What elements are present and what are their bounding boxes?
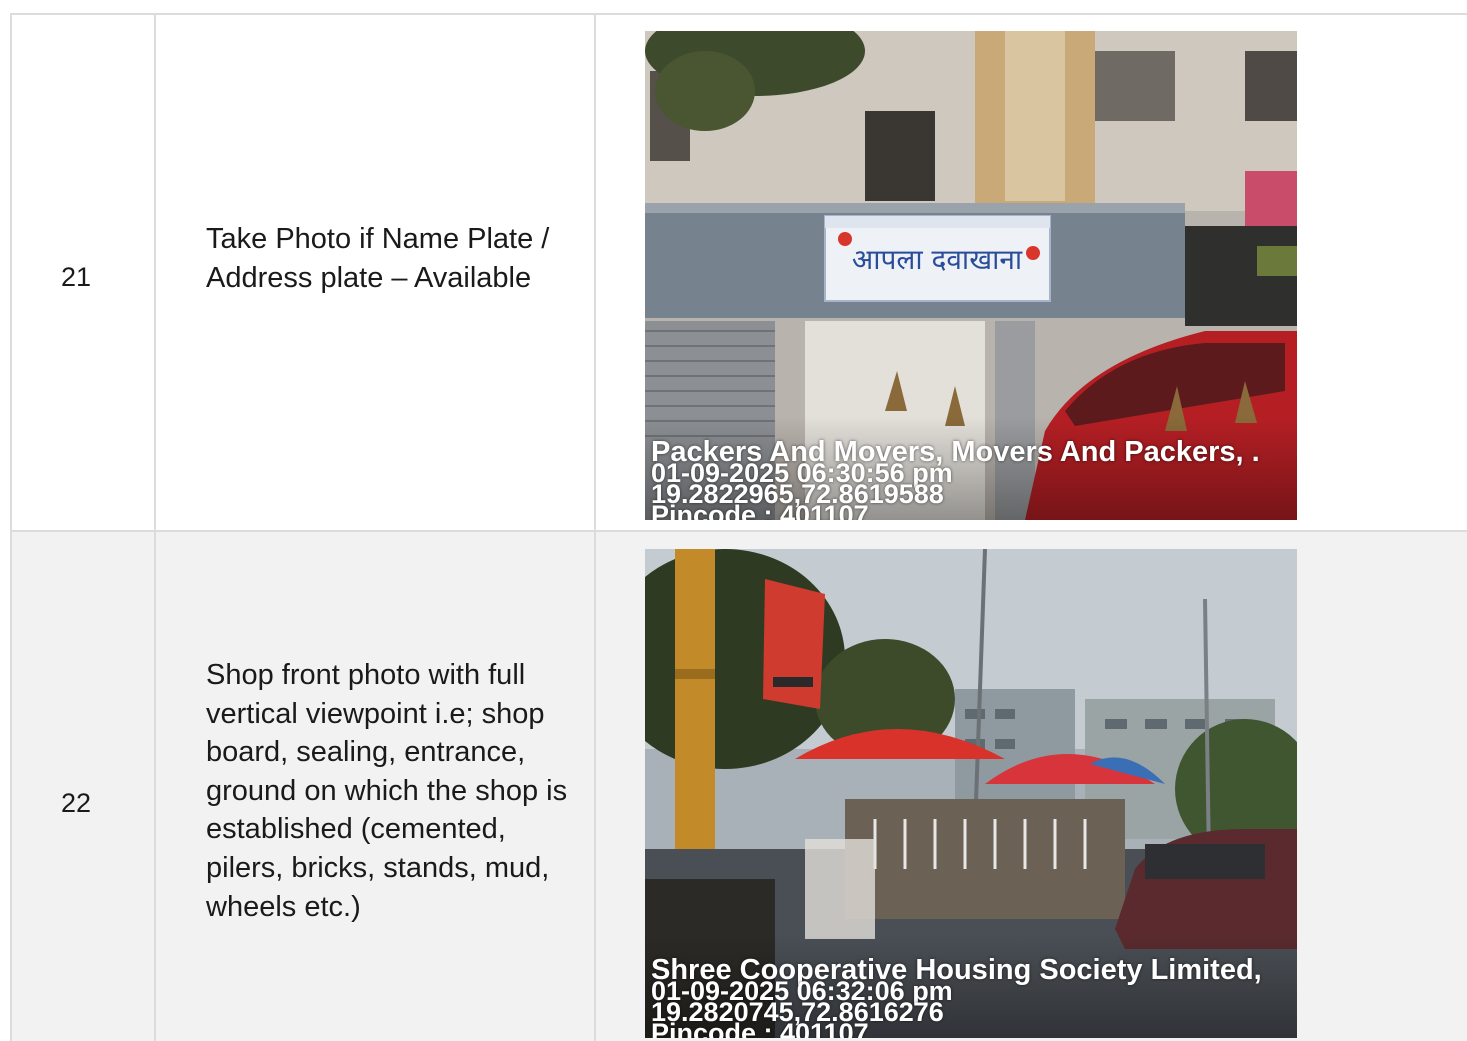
checklist-table: 21 Take Photo if Name Plate / Address pl… — [10, 13, 1467, 1041]
description-cell: Shop front photo with full vertical view… — [156, 532, 596, 1041]
serial-number: 22 — [61, 788, 92, 818]
description-cell: Take Photo if Name Plate / Address plate… — [156, 15, 596, 530]
item-description: Take Photo if Name Plate / Address plate… — [206, 223, 550, 294]
sign-board-text: आपला दवाखाना — [852, 243, 1023, 276]
name-plate-photo: आपला दवाखाना Packers And Movers, Movers … — [645, 31, 1297, 520]
geo-stamp: Shree Cooperative Housing Society Limite… — [651, 956, 1297, 1039]
table-row: 21 Take Photo if Name Plate / Address pl… — [10, 15, 1467, 532]
stamp-pincode: Pincode : 401107 — [651, 500, 869, 521]
stamp-pincode: Pincode : 401107 — [651, 1018, 869, 1039]
table-row: 22 Shop front photo with full vertical v… — [10, 532, 1467, 1041]
photo-cell: आपला दवाखाना Packers And Movers, Movers … — [596, 15, 1467, 530]
photo-cell: Shree Cooperative Housing Society Limite… — [596, 532, 1467, 1041]
geo-stamp: Packers And Movers, Movers And Packers, … — [651, 438, 1297, 521]
serial-number-cell: 21 — [10, 15, 156, 530]
item-description: Shop front photo with full vertical view… — [206, 659, 568, 923]
serial-number: 21 — [61, 262, 92, 292]
shop-front-photo: Shree Cooperative Housing Society Limite… — [645, 549, 1297, 1038]
serial-number-cell: 22 — [10, 532, 156, 1041]
